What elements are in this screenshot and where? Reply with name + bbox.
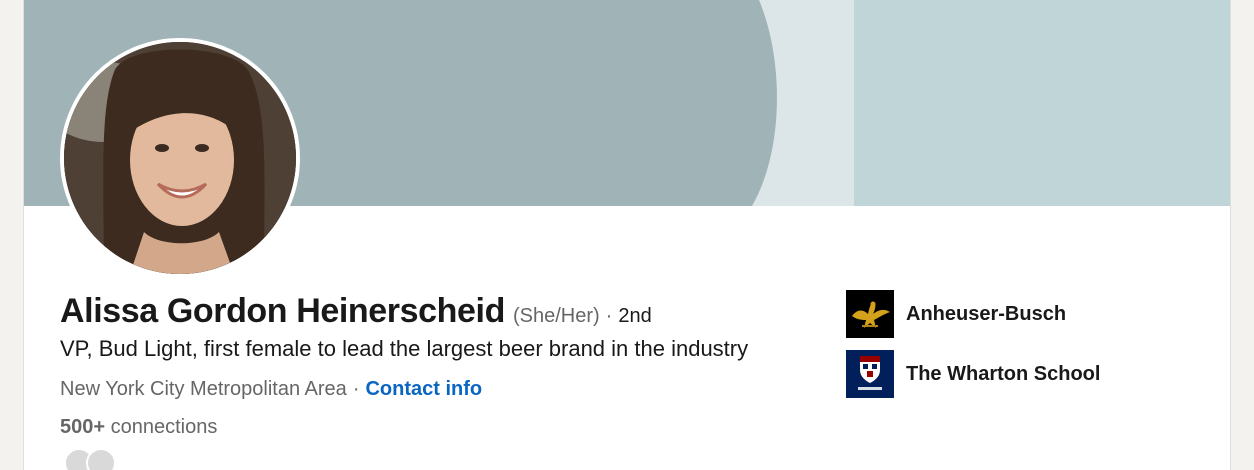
profile-card: Alissa Gordon Heinerscheid (She/Her) · 2n…: [23, 0, 1231, 470]
profile-pronouns: (She/Her): [512, 305, 600, 327]
connections-count-link[interactable]: 500+ connections: [60, 416, 217, 439]
connections-label: connections: [110, 416, 218, 438]
anheuser-busch-eagle-logo: [846, 290, 894, 338]
wharton-shield-logo: [846, 350, 894, 398]
org-wharton-school[interactable]: The Wharton School: [846, 350, 1100, 398]
location-line: New York City Metropolitan Area · Contact …: [60, 378, 482, 401]
mutual-avatar: [86, 448, 116, 470]
profile-location: New York City Metropolitan Area: [60, 378, 347, 400]
org-name: Anheuser-Busch: [906, 302, 1067, 325]
location-separator: ·: [352, 378, 360, 400]
org-name: The Wharton School: [906, 362, 1101, 385]
profile-headline: VP, Bud Light, first female to lead the …: [60, 336, 749, 361]
mutual-connections-avatars[interactable]: [64, 448, 116, 470]
profile-name-line: Alissa Gordon Heinerscheid (She/Her) · 2n…: [60, 292, 652, 336]
degree-label: 2nd: [618, 305, 652, 327]
profile-name: Alissa Gordon Heinerscheid: [60, 292, 505, 330]
contact-info-link[interactable]: Contact info: [365, 378, 482, 400]
connection-degree: · 2nd: [606, 305, 652, 328]
degree-separator: ·: [605, 305, 613, 327]
connections-count: 500+: [60, 416, 106, 438]
profile-photo[interactable]: [60, 38, 300, 278]
org-anheuser-busch[interactable]: Anheuser-Busch: [846, 290, 1066, 338]
